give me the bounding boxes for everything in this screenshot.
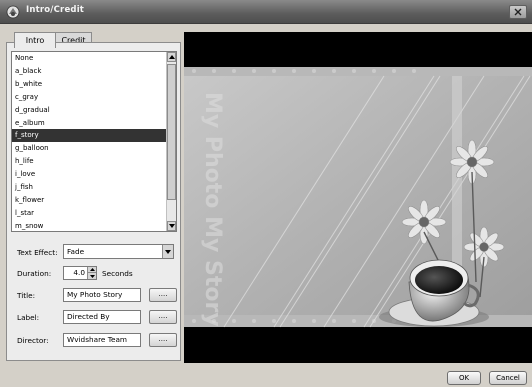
scroll-thumb[interactable]: [167, 64, 176, 200]
app-icon: [6, 5, 20, 19]
duration-spin-buttons[interactable]: [87, 267, 96, 279]
label-label: Label:: [17, 313, 40, 322]
director-label: Director:: [17, 336, 49, 345]
scroll-up-button[interactable]: [167, 52, 176, 62]
preview-pane: My Photo My Story: [184, 32, 532, 363]
template-list[interactable]: None a_black b_white c_gray d_gradual e_album…: [11, 51, 177, 232]
label-font-button[interactable]: ....: [149, 310, 177, 324]
tab-intro-label: Intro: [25, 36, 45, 45]
text-effect-select[interactable]: Fade: [63, 244, 174, 259]
close-icon: [514, 8, 522, 16]
duration-label: Duration:: [17, 269, 52, 278]
title-font-button[interactable]: ....: [149, 288, 177, 302]
arrow-down-icon: [168, 224, 175, 228]
director-font-button[interactable]: ....: [149, 333, 177, 347]
intro-settings-panel: None a_black b_white c_gray d_gradual e_album…: [6, 42, 181, 361]
text-effect-value: Fade: [67, 247, 85, 256]
text-effect-label: Text Effect:: [17, 248, 58, 257]
template-list-item[interactable]: j_fish: [12, 181, 167, 194]
scroll-down-button[interactable]: [167, 221, 176, 231]
template-list-item[interactable]: e_album: [12, 117, 167, 130]
template-list-item[interactable]: a_black: [12, 65, 167, 78]
template-list-item[interactable]: None: [12, 52, 167, 65]
template-list-item[interactable]: m_snow: [12, 220, 167, 231]
arrow-up-icon: [168, 55, 175, 59]
preview-background: [184, 67, 532, 327]
template-list-item[interactable]: h_life: [12, 155, 167, 168]
title-bar: Intro/Credit: [0, 0, 532, 24]
preview-image: My Photo My Story: [184, 67, 532, 328]
preview-top-strip: [184, 67, 532, 76]
template-list-item[interactable]: l_star: [12, 207, 167, 220]
label-input[interactable]: Directed By: [63, 310, 141, 324]
template-list-item[interactable]: i_love: [12, 168, 167, 181]
template-list-item[interactable]: d_gradual: [12, 104, 167, 117]
title-input[interactable]: My Photo Story: [63, 288, 141, 302]
template-list-item[interactable]: g_balloon: [12, 142, 167, 155]
tab-intro[interactable]: Intro: [14, 32, 56, 48]
template-list-item[interactable]: b_white: [12, 78, 167, 91]
director-input[interactable]: Wvidshare Team: [63, 333, 141, 347]
ok-button[interactable]: OK: [447, 371, 481, 385]
cancel-button[interactable]: Cancel: [489, 371, 527, 385]
duration-stepper[interactable]: 4.0: [63, 266, 97, 280]
duration-unit: Seconds: [102, 269, 133, 278]
template-list-scrollbar[interactable]: [166, 52, 176, 231]
arrow-up-icon: [89, 268, 95, 271]
preview-watermark: My Photo My Story: [200, 92, 225, 327]
duration-decrease-button[interactable]: [88, 273, 96, 279]
template-list-item[interactable]: k_flower: [12, 194, 167, 207]
duration-value: 4.0: [73, 268, 85, 277]
chevron-down-icon: [165, 249, 171, 254]
text-effect-dropdown-button[interactable]: [162, 245, 173, 258]
close-button[interactable]: [509, 5, 527, 19]
title-label: Title:: [17, 291, 36, 300]
arrow-down-icon: [89, 274, 95, 278]
window-title: Intro/Credit: [26, 5, 85, 15]
template-list-item[interactable]: c_gray: [12, 91, 167, 104]
template-list-item[interactable]: f_story: [12, 129, 167, 143]
